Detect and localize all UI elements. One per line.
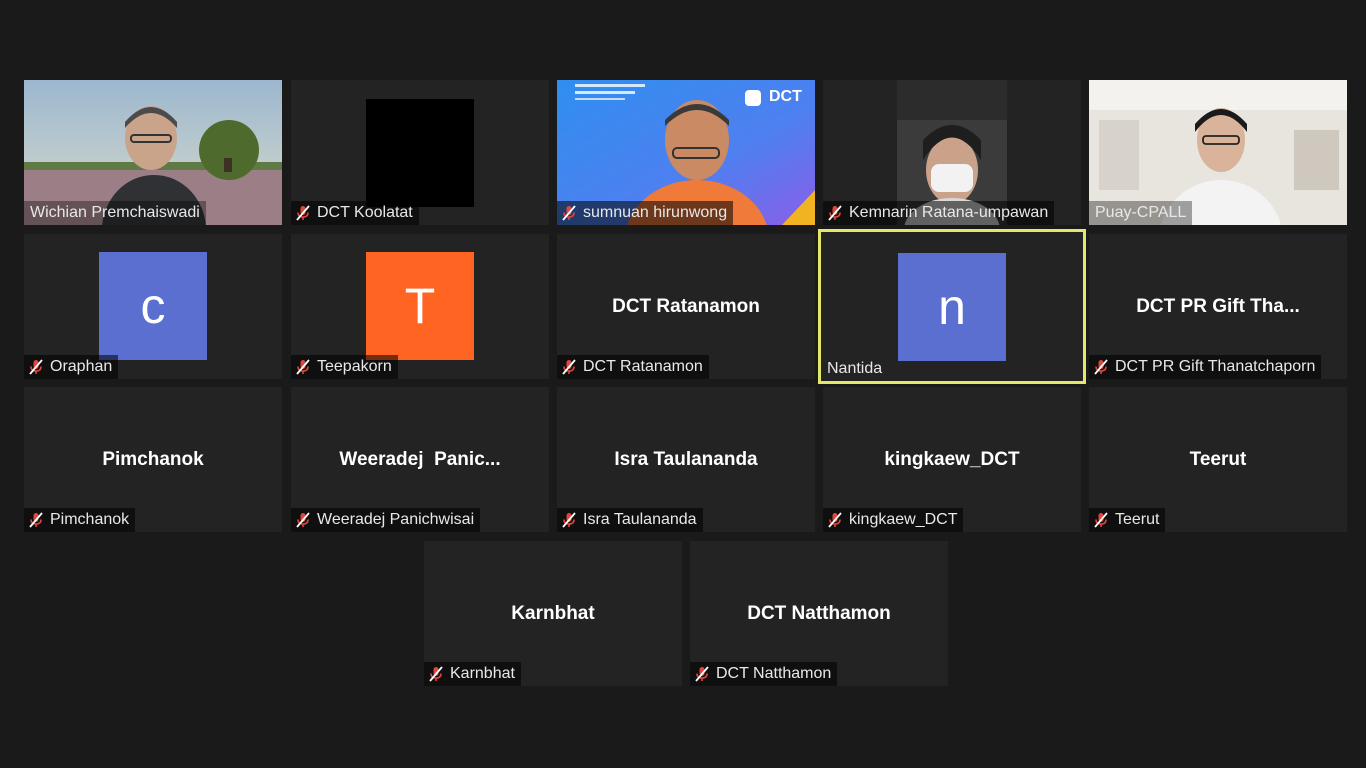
- participant-display-name: Isra Taulananda: [614, 449, 758, 470]
- participant-nameplate: DCT Ratanamon: [557, 355, 709, 379]
- microphone-muted-icon: [295, 205, 311, 221]
- microphone-muted-icon: [561, 512, 577, 528]
- participant-tile-dct-pr-gift[interactable]: DCT PR Gift Tha... DCT PR Gift Thanatcha…: [1089, 234, 1347, 379]
- microphone-muted-icon: [827, 512, 843, 528]
- participant-nameplate: Teepakorn: [291, 355, 398, 379]
- microphone-muted-icon: [28, 512, 44, 528]
- participant-tile-teerut[interactable]: Teerut Teerut: [1089, 387, 1347, 532]
- microphone-muted-icon: [428, 666, 444, 682]
- microphone-muted-icon: [295, 359, 311, 375]
- participant-name: Weeradej Panichwisai: [317, 511, 475, 528]
- participant-nameplate: Teerut: [1089, 508, 1166, 532]
- participant-display-name: DCT PR Gift Tha...: [1136, 296, 1300, 317]
- avatar: n: [898, 253, 1006, 361]
- participant-tile-oraphan[interactable]: c Oraphan: [24, 234, 282, 379]
- participant-tile-teepakorn[interactable]: T Teepakorn: [291, 234, 549, 379]
- banner-text: DCT: [769, 88, 802, 105]
- microphone-muted-icon: [28, 359, 44, 375]
- microphone-muted-icon: [1093, 359, 1109, 375]
- participant-nameplate: Nantida: [821, 357, 888, 381]
- participant-nameplate: Isra Taulananda: [557, 508, 703, 532]
- participant-nameplate: Wichian Premchaiswadi: [24, 201, 206, 225]
- participant-nameplate: Weeradej Panichwisai: [291, 508, 481, 532]
- participant-nameplate: Karnbhat: [424, 662, 521, 686]
- participant-name: sumnuan hirunwong: [583, 204, 728, 221]
- participant-name: DCT Koolatat: [317, 204, 413, 221]
- participant-display-name: DCT Ratanamon: [612, 296, 760, 317]
- participant-tile-dct-natthamon[interactable]: DCT Natthamon DCT Natthamon: [690, 541, 948, 686]
- participant-nameplate: Oraphan: [24, 355, 119, 379]
- microphone-muted-icon: [295, 512, 311, 528]
- participant-name: Puay-CPALL: [1095, 204, 1187, 221]
- video-feed-blank: [366, 99, 474, 207]
- participant-name: Teepakorn: [317, 358, 392, 375]
- microphone-muted-icon: [561, 205, 577, 221]
- avatar: T: [366, 252, 474, 360]
- participant-name: DCT Natthamon: [716, 665, 832, 682]
- microphone-muted-icon: [827, 205, 843, 221]
- participant-tile-wichian[interactable]: Wichian Premchaiswadi: [24, 80, 282, 225]
- participant-name: Kemnarin Ratana-umpawan: [849, 204, 1049, 221]
- participant-tile-isra[interactable]: Isra Taulananda Isra Taulananda: [557, 387, 815, 532]
- participant-tile-dct-koolatat[interactable]: DCT Koolatat: [291, 80, 549, 225]
- participant-nameplate: kingkaew_DCT: [823, 508, 964, 532]
- participant-display-name: kingkaew_DCT: [884, 449, 1020, 470]
- participant-name: Pimchanok: [50, 511, 130, 528]
- participant-tile-nantida[interactable]: n Nantida: [818, 229, 1086, 384]
- participant-display-name: Karnbhat: [511, 603, 595, 624]
- participant-nameplate: DCT PR Gift Thanatchaporn: [1089, 355, 1322, 379]
- participant-name: Wichian Premchaiswadi: [30, 204, 200, 221]
- participant-nameplate: DCT Natthamon: [690, 662, 838, 686]
- participant-nameplate: DCT Koolatat: [291, 201, 419, 225]
- microphone-muted-icon: [561, 359, 577, 375]
- participant-name: Isra Taulananda: [583, 511, 697, 528]
- participant-tile-sumnuan[interactable]: DCT sumnuan hirunwong: [557, 80, 815, 225]
- participant-name: kingkaew_DCT: [849, 511, 958, 528]
- participant-display-name: DCT Natthamon: [747, 603, 891, 624]
- participant-tile-dct-ratanamon[interactable]: DCT Ratanamon DCT Ratanamon: [557, 234, 815, 379]
- participant-name: DCT Ratanamon: [583, 358, 703, 375]
- microphone-muted-icon: [694, 666, 710, 682]
- participant-name: Karnbhat: [450, 665, 515, 682]
- participant-nameplate: sumnuan hirunwong: [557, 201, 734, 225]
- participant-nameplate: Pimchanok: [24, 508, 136, 532]
- participant-name: DCT PR Gift Thanatchaporn: [1115, 358, 1316, 375]
- microphone-muted-icon: [1093, 512, 1109, 528]
- participant-name: Nantida: [827, 360, 883, 377]
- participant-tile-kemnarin[interactable]: Kemnarin Ratana-umpawan: [823, 80, 1081, 225]
- participant-tile-weeradej[interactable]: Weeradej Panic... Weeradej Panichwisai: [291, 387, 549, 532]
- participant-tile-puay[interactable]: Puay-CPALL: [1089, 80, 1347, 225]
- participant-name: Teerut: [1115, 511, 1160, 528]
- participant-name: Oraphan: [50, 358, 113, 375]
- participant-tile-kingkaew[interactable]: kingkaew_DCT kingkaew_DCT: [823, 387, 1081, 532]
- participant-display-name: Teerut: [1189, 449, 1247, 470]
- participant-tile-karnbhat[interactable]: Karnbhat Karnbhat: [424, 541, 682, 686]
- avatar: c: [99, 252, 207, 360]
- participant-display-name: Pimchanok: [102, 449, 204, 470]
- participant-nameplate: Kemnarin Ratana-umpawan: [823, 201, 1055, 225]
- participant-tile-pimchanok[interactable]: Pimchanok Pimchanok: [24, 387, 282, 532]
- participant-nameplate: Puay-CPALL: [1089, 201, 1193, 225]
- participant-display-name: Weeradej Panic...: [339, 449, 501, 470]
